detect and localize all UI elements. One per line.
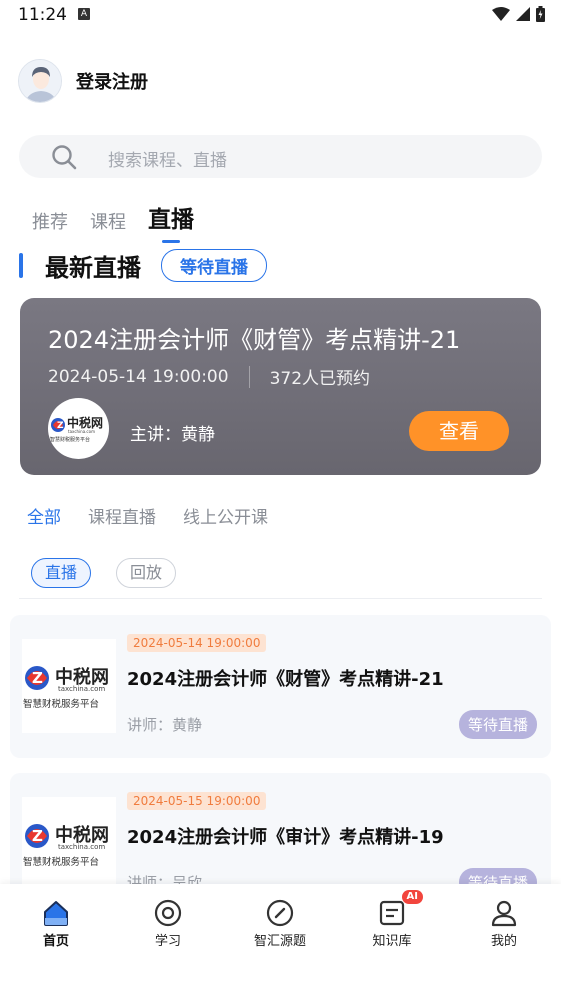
- featured-lecturer: 主讲：黄静: [130, 425, 215, 445]
- live-date-badge: 2024-05-15 19:00:00: [127, 792, 267, 810]
- featured-datetime: 2024-05-14 19:00:00: [48, 366, 229, 387]
- ai-badge: AI: [401, 890, 423, 904]
- svg-text:Z: Z: [32, 669, 43, 687]
- lecturer-logo: Z 中税网 taxchina.com 智慧财税服务平台: [48, 398, 109, 459]
- bottom-nav: 首页 学习 智汇源题 AI 知识库 我的: [0, 884, 561, 997]
- status-bar: 11:24 A: [0, 0, 561, 32]
- page: 11:24 A 登录注册 搜索课程、直播 推荐 课程 直播 最新直播 等待直播 …: [0, 0, 561, 997]
- tab-recommend[interactable]: 推荐: [32, 208, 68, 234]
- nav-knowledge-label: 知识库: [372, 934, 412, 949]
- live-title: 2024注册会计师《审计》考点精讲-19: [127, 827, 444, 848]
- tab-online-open-class[interactable]: 线上公开课: [183, 503, 268, 528]
- featured-title: 2024注册会计师《财管》考点精讲-21: [48, 326, 461, 354]
- taxchina-logo-icon: Z 中税网 taxchina.com 智慧财税服务平台: [23, 824, 109, 868]
- compass-icon: [265, 898, 295, 928]
- divider: [19, 598, 542, 599]
- nav-study[interactable]: 学习: [123, 898, 213, 949]
- nav-study-label: 学习: [154, 934, 181, 949]
- svg-text:Z: Z: [57, 421, 64, 431]
- svg-text:智慧财税服务平台: 智慧财税服务平台: [23, 698, 99, 710]
- section-accent-bar: [19, 253, 23, 278]
- course-thumbnail: Z 中税网 taxchina.com 智慧财税服务平台: [22, 639, 116, 733]
- nav-question-bank[interactable]: 智汇源题: [235, 898, 325, 949]
- login-register-link[interactable]: 登录注册: [76, 68, 148, 94]
- featured-live-card[interactable]: 2024注册会计师《财管》考点精讲-21 2024-05-14 19:00:00…: [20, 298, 541, 475]
- svg-text:taxchina.com: taxchina.com: [68, 429, 95, 434]
- course-thumbnail: Z 中税网 taxchina.com 智慧财税服务平台: [22, 797, 116, 891]
- category-tabs: 全部 课程直播 线上公开课: [27, 503, 295, 528]
- tab-course-live[interactable]: 课程直播: [88, 503, 156, 528]
- live-date-badge: 2024-05-14 19:00:00: [127, 634, 267, 652]
- svg-text:Z: Z: [32, 827, 43, 845]
- live-list-item[interactable]: Z 中税网 taxchina.com 智慧财税服务平台 2024-05-14 1…: [10, 615, 551, 758]
- wifi-icon: [492, 7, 510, 21]
- svg-text:taxchina.com: taxchina.com: [58, 843, 105, 851]
- main-tabs: 推荐 课程 直播: [32, 200, 216, 243]
- search-icon: [52, 145, 77, 170]
- status-time: 11:24: [18, 5, 67, 25]
- nav-knowledge[interactable]: AI 知识库: [347, 890, 437, 949]
- type-filter: 直播 回放: [31, 558, 201, 588]
- avatar[interactable]: [18, 59, 62, 103]
- svg-text:中税网: 中税网: [67, 415, 103, 430]
- search-placeholder: 搜索课程、直播: [108, 151, 227, 171]
- study-icon: [153, 898, 183, 928]
- svg-text:智慧财税服务平台: 智慧财税服务平台: [23, 856, 99, 868]
- live-title: 2024注册会计师《财管》考点精讲-21: [127, 669, 444, 690]
- notification-a-icon: A: [78, 8, 90, 20]
- nav-question-bank-label: 智汇源题: [253, 934, 306, 949]
- nav-mine-label: 我的: [490, 934, 517, 949]
- filter-live-pill[interactable]: 直播: [31, 558, 92, 588]
- filter-replay-pill[interactable]: 回放: [116, 558, 177, 588]
- svg-text:taxchina.com: taxchina.com: [58, 685, 105, 693]
- live-status-badge[interactable]: 等待直播: [458, 710, 537, 739]
- nav-home-label: 首页: [42, 934, 69, 949]
- tab-live[interactable]: 直播: [148, 200, 194, 243]
- section-title: 最新直播: [45, 254, 141, 282]
- login-row[interactable]: 登录注册: [18, 59, 148, 103]
- featured-reservations: 372人已预约: [269, 369, 371, 389]
- view-button[interactable]: 查看: [409, 411, 509, 451]
- section-status-badge: 等待直播: [161, 249, 267, 282]
- meta-separator: [248, 365, 250, 388]
- status-icons: [492, 6, 545, 22]
- avatar-person-icon: [19, 60, 61, 102]
- tab-courses[interactable]: 课程: [90, 208, 126, 234]
- nav-mine[interactable]: 我的: [459, 898, 549, 949]
- user-icon: [489, 898, 519, 928]
- taxchina-logo-icon: Z 中税网 taxchina.com 智慧财税服务平台: [50, 415, 103, 443]
- featured-meta: 2024-05-14 19:00:00 372人已预约: [48, 364, 370, 389]
- home-icon: [41, 898, 71, 928]
- taxchina-logo-icon: Z 中税网 taxchina.com 智慧财税服务平台: [23, 666, 109, 710]
- live-teacher: 讲师：黄静: [127, 716, 203, 734]
- battery-icon: [536, 6, 545, 22]
- knowledge-icon: AI: [377, 890, 423, 928]
- svg-text:智慧财税服务平台: 智慧财税服务平台: [50, 436, 90, 443]
- signal-icon: [516, 7, 530, 21]
- search-bar[interactable]: 搜索课程、直播: [19, 135, 542, 178]
- tab-all[interactable]: 全部: [27, 503, 61, 528]
- nav-home[interactable]: 首页: [11, 898, 101, 949]
- section-header: 最新直播 等待直播: [19, 248, 267, 283]
